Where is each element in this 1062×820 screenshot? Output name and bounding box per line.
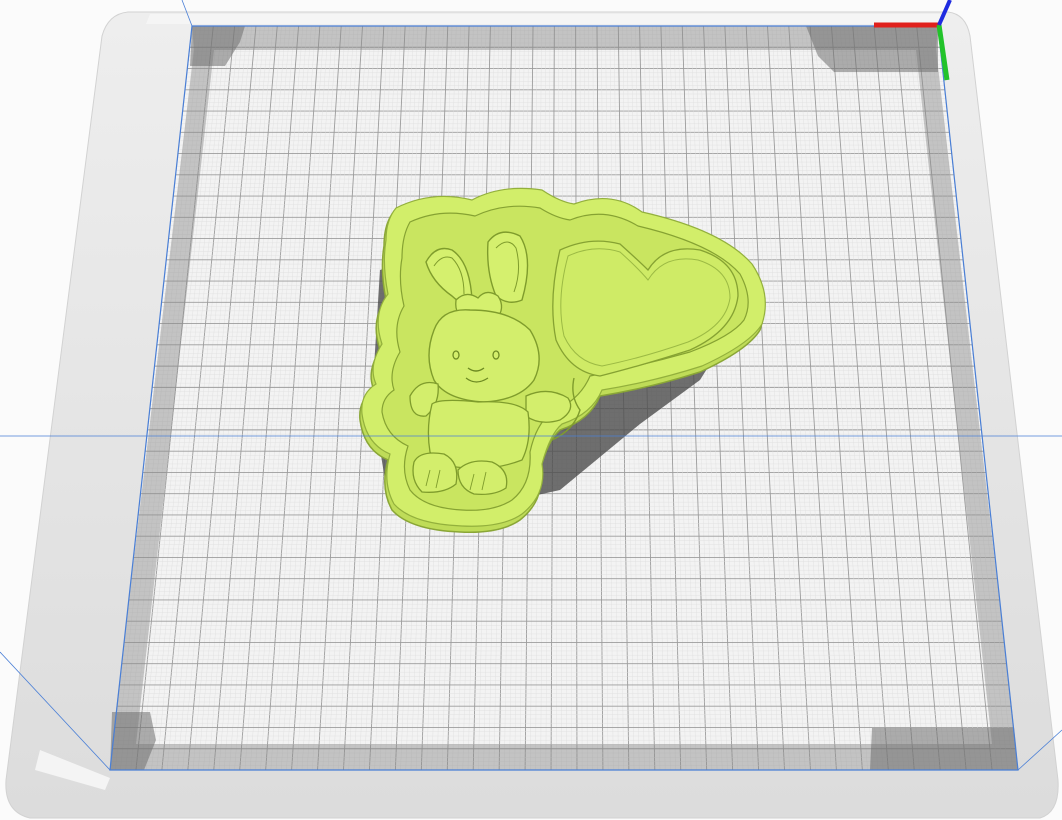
viewport-canvas[interactable] [0, 0, 1062, 820]
3d-viewport[interactable] [0, 0, 1062, 820]
